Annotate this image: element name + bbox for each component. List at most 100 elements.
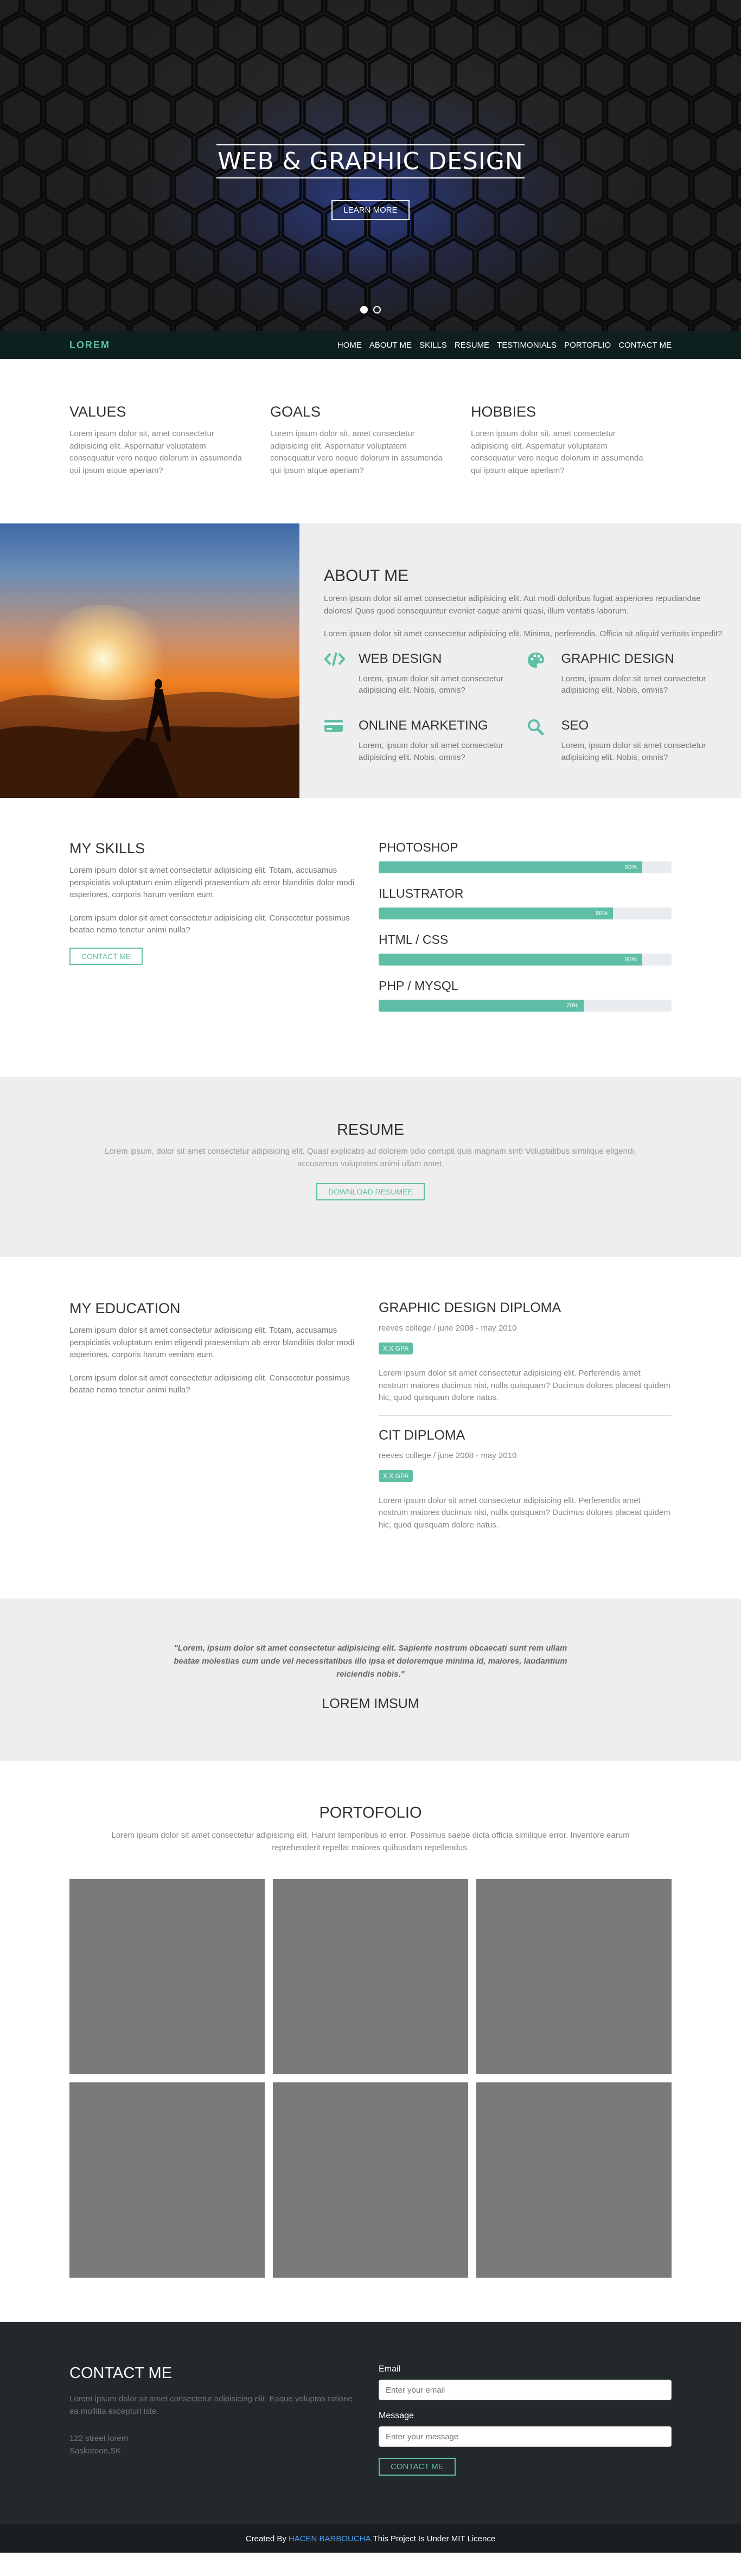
about-image [0,523,299,798]
values-section: VALUES Lorem ipsum dolor sit, amet conse… [0,359,741,523]
skill-illustrator: ILLUSTRATOR 80% [379,886,672,919]
values-title: VALUES [69,404,126,420]
portfolio-section: PORTOFOLIO Lorem ipsum dolor sit amet co… [0,1761,741,2322]
author-link[interactable]: HACEN BARBOUCHA [289,2534,371,2543]
skills-paragraph-2: Lorem ipsum dolor sit amet consectetur a… [69,913,350,935]
hero-content: WEB & GRAPHIC DESIGN LEARN MORE [0,144,741,220]
nav-item-contact[interactable]: CONTACT ME [618,341,672,350]
service-title: SEO [561,718,589,733]
resume-section: RESUME Lorem ipsum, dolor sit amet conse… [0,1077,741,1257]
contact-text: Lorem ipsum dolor sit amet consectetur a… [69,2394,353,2416]
skill-name: ILLUSTRATOR [379,886,464,900]
hobbies-column: HOBBIES Lorem ipsum dolor sit, amet cons… [471,404,672,477]
resume-title: RESUME [336,1121,405,1139]
portfolio-item[interactable] [273,2082,468,2278]
testimonial-author: LOREM IMSUM [322,1696,419,1711]
brand-logo[interactable]: LOREM [69,340,110,351]
diploma-meta: reeves college / june 2008 - may 2010 [379,1450,517,1460]
nav-menu: HOME ABOUT ME SKILLS RESUME TESTIMONIALS… [330,341,672,350]
progress-fill: 90% [379,954,642,966]
carousel-dot-1[interactable] [360,306,368,314]
service-title: GRAPHIC DESIGN [561,651,674,666]
footer-suffix: This Project Is Under MIT Licence [373,2534,496,2543]
nav-item-portfolio[interactable]: PORTOFLIO [564,341,611,350]
gpa-badge: X.X GPA [379,1469,413,1482]
email-field[interactable] [379,2380,672,2400]
nav-item-resume[interactable]: RESUME [455,341,489,350]
learn-more-button[interactable]: LEARN MORE [331,200,410,220]
hobbies-title: HOBBIES [471,404,536,420]
resume-text: Lorem ipsum, dolor sit amet consectetur … [105,1147,636,1168]
nav-item-home[interactable]: HOME [337,341,362,350]
about-paragraph-1: Lorem ipsum dolor sit amet consectetur a… [324,594,701,616]
education-title: MY EDUCATION [69,1300,181,1316]
nav-item-about[interactable]: ABOUT ME [369,341,412,350]
skills-title: MY SKILLS [69,840,145,856]
portfolio-item[interactable] [476,1879,672,2074]
progress-bar: 90% [379,954,672,966]
address: 122 street lorem Saskatoon,SK [69,2433,357,2457]
nav-item-testimonials[interactable]: TESTIMONIALS [497,341,557,350]
skill-bars: PHOTOSHOP 90% ILLUSTRATOR 80% HTML / CSS… [379,840,672,1025]
contact-title: CONTACT ME [69,2364,173,2382]
skill-photoshop: PHOTOSHOP 90% [379,840,672,873]
message-field[interactable] [379,2426,672,2447]
diploma-title: CIT DIPLOMA [379,1427,465,1443]
service-text: Lorem, ipsum dolor sit amet consectetur … [561,674,706,695]
testimonial-quote: "Lorem, ipsum dolor sit amet consectetur… [174,1644,567,1679]
portfolio-item[interactable] [273,1879,468,2074]
progress-bar: 80% [379,907,672,919]
skill-name: HTML / CSS [379,932,449,947]
hero-carousel: WEB & GRAPHIC DESIGN LEARN MORE [0,0,741,331]
contact-submit-button[interactable]: CONTACT ME [379,2458,456,2476]
values-column: VALUES Lorem ipsum dolor sit, amet conse… [69,404,270,477]
portfolio-item[interactable] [69,1879,265,2074]
contact-form: Email Message CONTACT ME [379,2364,672,2476]
skill-name: PHOTOSHOP [379,840,458,854]
portfolio-item[interactable] [476,2082,672,2278]
download-resume-button[interactable]: DOWNLOAD RESUMEE [316,1183,425,1200]
progress-fill: 90% [379,861,642,873]
service-online-marketing: ONLINE MARKETING Lorem, ipsum dolor sit … [324,718,527,775]
contact-me-button[interactable]: CONTACT ME [69,947,143,965]
diploma-text: Lorem ipsum dolor sit amet consectetur a… [379,1369,670,1402]
diploma-text: Lorem ipsum dolor sit amet consectetur a… [379,1495,670,1530]
search-icon [527,718,561,736]
progress-fill: 70% [379,1000,584,1012]
message-label: Message [379,2411,414,2420]
contact-section: CONTACT ME Lorem ipsum dolor sit amet co… [0,2322,741,2524]
email-label: Email [379,2364,401,2374]
address-line-1: 122 street lorem [69,2434,129,2443]
hero-title: WEB & GRAPHIC DESIGN [216,144,525,178]
about-section: ABOUT ME Lorem ipsum dolor sit amet cons… [0,523,741,798]
portfolio-grid [69,1879,672,2278]
education-paragraph-1: Lorem ipsum dolor sit amet consectetur a… [69,1326,355,1359]
about-paragraph-2: Lorem ipsum dolor sit amet consectetur a… [324,629,723,638]
service-seo: SEO Lorem, ipsum dolor sit amet consecte… [527,718,730,775]
nav-item-skills[interactable]: SKILLS [419,341,447,350]
gpa-badge: X.X GPA [379,1343,413,1354]
values-text: Lorem ipsum dolor sit, amet consectetur … [69,429,242,475]
skill-html-css: HTML / CSS 90% [379,932,672,966]
skill-php-mysql: PHP / MYSQL 70% [379,979,672,1012]
services-list: WEB DESIGN Lorem, ipsum dolor sit amet c… [324,651,729,785]
portfolio-item[interactable] [69,2082,265,2278]
about-title: ABOUT ME [324,567,409,585]
education-section: MY EDUCATION Lorem ipsum dolor sit amet … [0,1257,741,1599]
goals-column: GOALS Lorem ipsum dolor sit, amet consec… [270,404,471,477]
skills-paragraph-1: Lorem ipsum dolor sit amet consectetur a… [69,866,355,899]
goals-text: Lorem ipsum dolor sit, amet consectetur … [270,429,443,475]
education-paragraph-2: Lorem ipsum dolor sit amet consectetur a… [69,1373,350,1395]
service-text: Lorem, ipsum dolor sit amet consectetur … [359,674,503,695]
service-text: Lorem, ipsum dolor sit amet consectetur … [561,741,706,762]
carousel-dot-2[interactable] [373,306,381,314]
service-text: Lorem, ipsum dolor sit amet consectetur … [359,741,503,762]
footer-prefix: Created By [245,2534,286,2543]
skills-section: MY SKILLS Lorem ipsum dolor sit amet con… [0,798,741,1077]
service-title: WEB DESIGN [359,651,442,666]
service-graphic-design: GRAPHIC DESIGN Lorem, ipsum dolor sit am… [527,651,730,708]
hobbies-text: Lorem ipsum dolor sit, amet consectetur … [471,429,643,475]
diploma-meta: reeves college / june 2008 - may 2010 [379,1324,517,1333]
credit-card-icon [324,718,359,734]
progress-bar: 90% [379,861,672,873]
